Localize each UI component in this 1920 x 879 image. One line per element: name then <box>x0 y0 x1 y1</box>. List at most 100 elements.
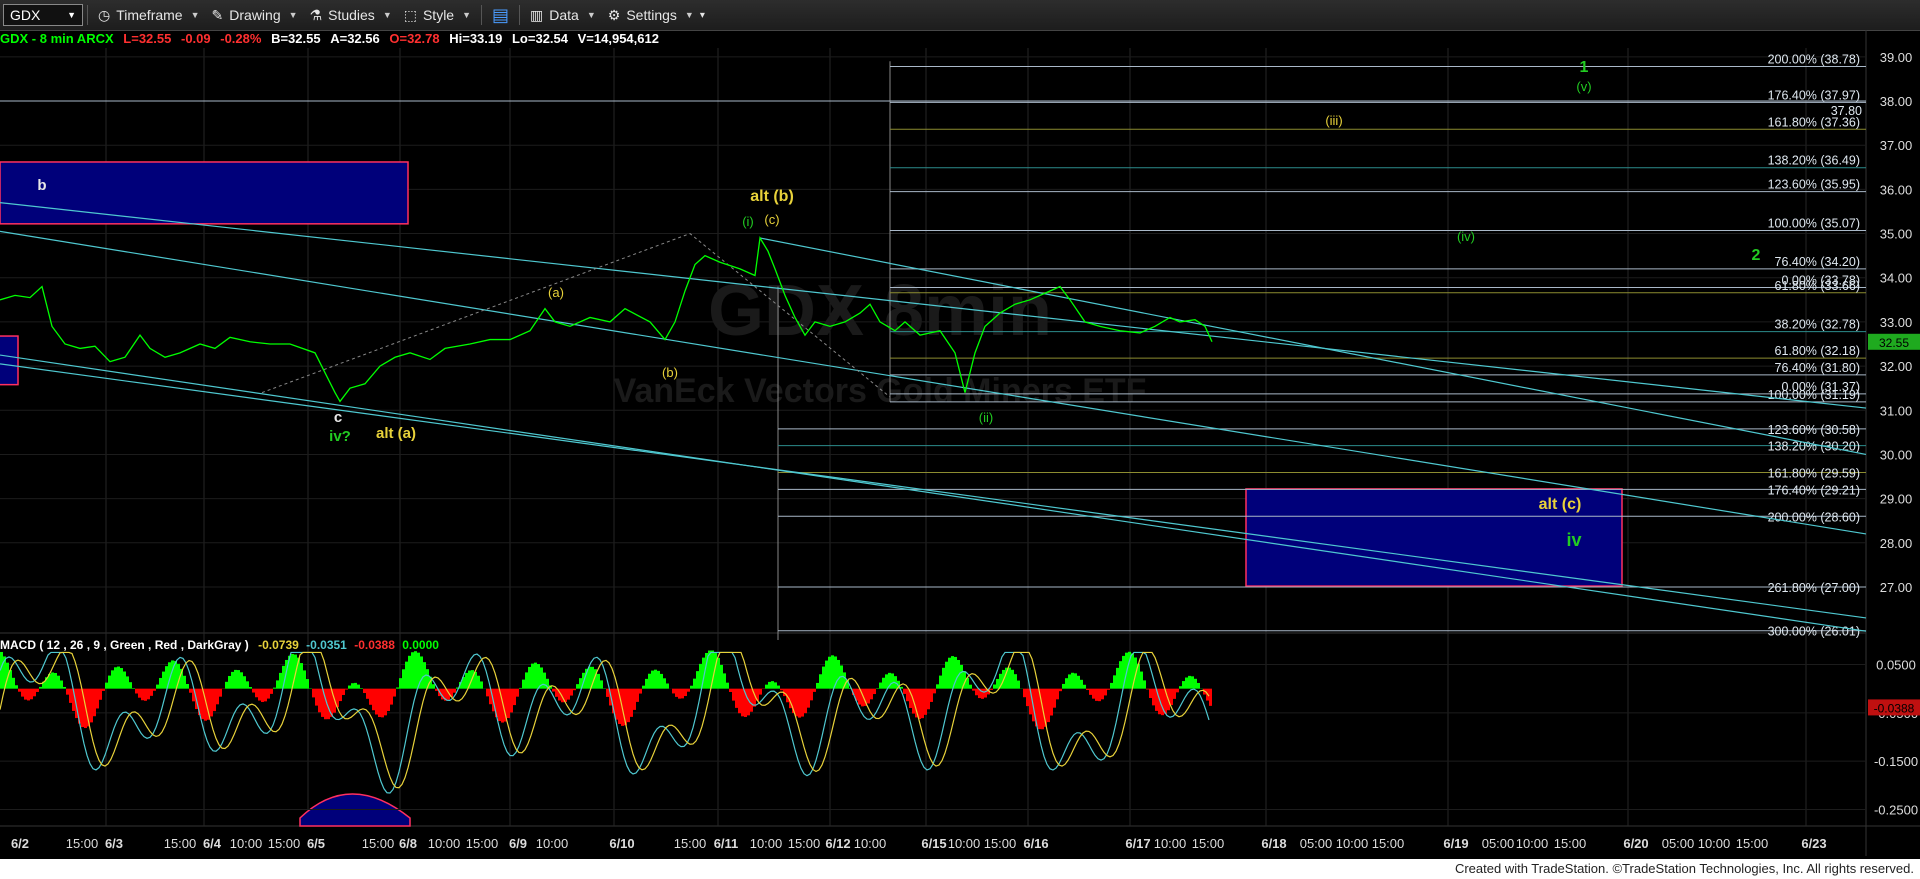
wave-label: alt (c) <box>1539 496 1582 513</box>
footer-credit: Created with TradeStation. ©TradeStation… <box>0 859 1920 879</box>
macd-histogram-bar <box>1098 688 1101 702</box>
wave-label: (iv) <box>1457 229 1475 244</box>
x-tick-label: 10:00 <box>536 836 569 851</box>
macd-histogram-bar <box>639 688 642 694</box>
macd-value-2: -0.0351 <box>306 638 347 652</box>
x-tick-label: 05:00 <box>1300 836 1333 851</box>
macd-histogram-bar <box>699 663 702 689</box>
macd-histogram-bar <box>780 688 783 691</box>
macd-histogram-bar <box>1095 688 1098 701</box>
macd-histogram-bar <box>249 687 252 689</box>
x-tick-label: 6/16 <box>1023 836 1048 851</box>
macd-histogram-bar <box>645 678 648 689</box>
macd-histogram-bar <box>378 688 381 718</box>
macd-histogram-bar <box>219 688 222 697</box>
macd-histogram-bar <box>90 688 93 723</box>
macd-histogram-bar <box>735 688 738 708</box>
macd-histogram-bar <box>795 688 798 717</box>
macd-histogram-bar <box>684 688 687 697</box>
macd-histogram-bar <box>1065 678 1068 689</box>
macd-histogram-bar <box>210 688 213 717</box>
macd-histogram-bar <box>807 688 810 708</box>
macd-histogram-bar <box>273 687 276 689</box>
x-tick-label: 6/2 <box>11 836 29 851</box>
macd-histogram-bar <box>465 672 468 689</box>
macd-histogram-bar <box>252 688 255 693</box>
wave-label: (v) <box>1576 79 1591 94</box>
y-tick-label: 33.00 <box>1880 315 1913 330</box>
fib-level-label: 261.80% (27.00) <box>1768 581 1860 595</box>
macd-histogram-bar <box>1104 688 1107 696</box>
macd-histogram-bar <box>102 688 105 691</box>
support-box-left <box>0 335 19 386</box>
x-tick-label: 6/19 <box>1443 836 1468 851</box>
macd-histogram-bar <box>243 676 246 689</box>
macd-histogram-bar <box>516 688 519 697</box>
macd-histogram-bar <box>741 688 744 717</box>
macd-histogram-bar <box>1071 672 1074 689</box>
macd-histogram-bar <box>606 688 609 697</box>
wave-label: 1 <box>1580 59 1589 76</box>
macd-histogram-bar <box>111 670 114 689</box>
fib-level-label: 176.40% (37.97) <box>1768 88 1860 102</box>
macd-histogram-bar <box>510 688 513 713</box>
quote-title: GDX - 8 min ARCX <box>0 31 114 46</box>
macd-histogram-bar <box>357 684 360 689</box>
quote-volume: V=14,954,612 <box>577 31 659 46</box>
macd-histogram-bar <box>1062 683 1065 689</box>
macd-histogram-bar <box>189 688 192 693</box>
macd-histogram-bar <box>570 688 573 696</box>
x-tick-label: 6/23 <box>1801 836 1826 851</box>
macd-histogram-bar <box>690 685 693 689</box>
macd-histogram-bar <box>984 688 987 698</box>
macd-histogram-bar <box>543 672 546 689</box>
macd-histogram-bar <box>279 672 282 689</box>
macd-histogram-bar <box>354 682 357 689</box>
macd-histogram-bar <box>129 682 132 689</box>
macd-histogram-bar <box>759 688 762 695</box>
y-tick-label: 39.00 <box>1880 50 1913 65</box>
macd-histogram-bar <box>873 688 876 695</box>
macd-histogram-bar <box>363 688 366 694</box>
macd-histogram-bar <box>384 688 387 716</box>
x-tick-label: 15:00 <box>788 836 821 851</box>
macd-histogram-bar <box>522 679 525 689</box>
macd-histogram-bar <box>681 688 684 699</box>
macd-histogram-bar <box>51 672 54 689</box>
macd-histogram-bar <box>1110 682 1113 689</box>
macd-histogram-bar <box>693 678 696 689</box>
y-tick-label: 29.00 <box>1880 492 1913 507</box>
macd-histogram-bar <box>135 688 138 694</box>
macd-histogram-bar <box>1077 675 1080 689</box>
fib-level-label: 123.60% (35.95) <box>1768 178 1860 192</box>
price-chart[interactable]: GDX 8minVanEck Vectors Gold Miners ETF 2… <box>0 0 1920 859</box>
x-tick-label: 15:00 <box>1372 836 1405 851</box>
macd-histogram-bar <box>831 655 834 689</box>
fib-level-label: 100.00% (31.19) <box>1768 388 1860 402</box>
macd-histogram-bar <box>1188 675 1191 689</box>
macd-histogram-bar <box>513 688 516 706</box>
macd-histogram-bar <box>396 687 399 689</box>
wave-label: (ii) <box>979 410 993 425</box>
macd-histogram-bar <box>93 688 96 717</box>
macd-histogram-bar <box>615 688 618 720</box>
y-tick-label: 31.00 <box>1880 403 1913 418</box>
macd-histogram-bar <box>891 673 894 689</box>
macd-histogram-bar <box>108 675 111 689</box>
x-tick-label: 10:00 <box>428 836 461 851</box>
quote-bid: B=32.55 <box>271 31 321 46</box>
x-tick-label: 6/3 <box>105 836 123 851</box>
grid-layer: GDX 8minVanEck Vectors Gold Miners ETF <box>0 30 1920 856</box>
macd-histogram-bar <box>813 688 816 692</box>
wave-label: (i) <box>742 214 754 229</box>
macd-histogram-bar <box>261 688 264 703</box>
y-tick-label: 35.00 <box>1880 227 1913 242</box>
macd-histogram-bar <box>399 678 402 689</box>
macd-histogram-bar <box>141 688 144 701</box>
macd-histogram-bar <box>393 688 396 697</box>
macd-histogram-bar <box>810 688 813 701</box>
macd-histogram-bar <box>1050 688 1053 716</box>
x-tick-label: 6/10 <box>609 836 634 851</box>
macd-histogram-bar <box>675 688 678 697</box>
macd-histogram-bar <box>1170 688 1173 706</box>
